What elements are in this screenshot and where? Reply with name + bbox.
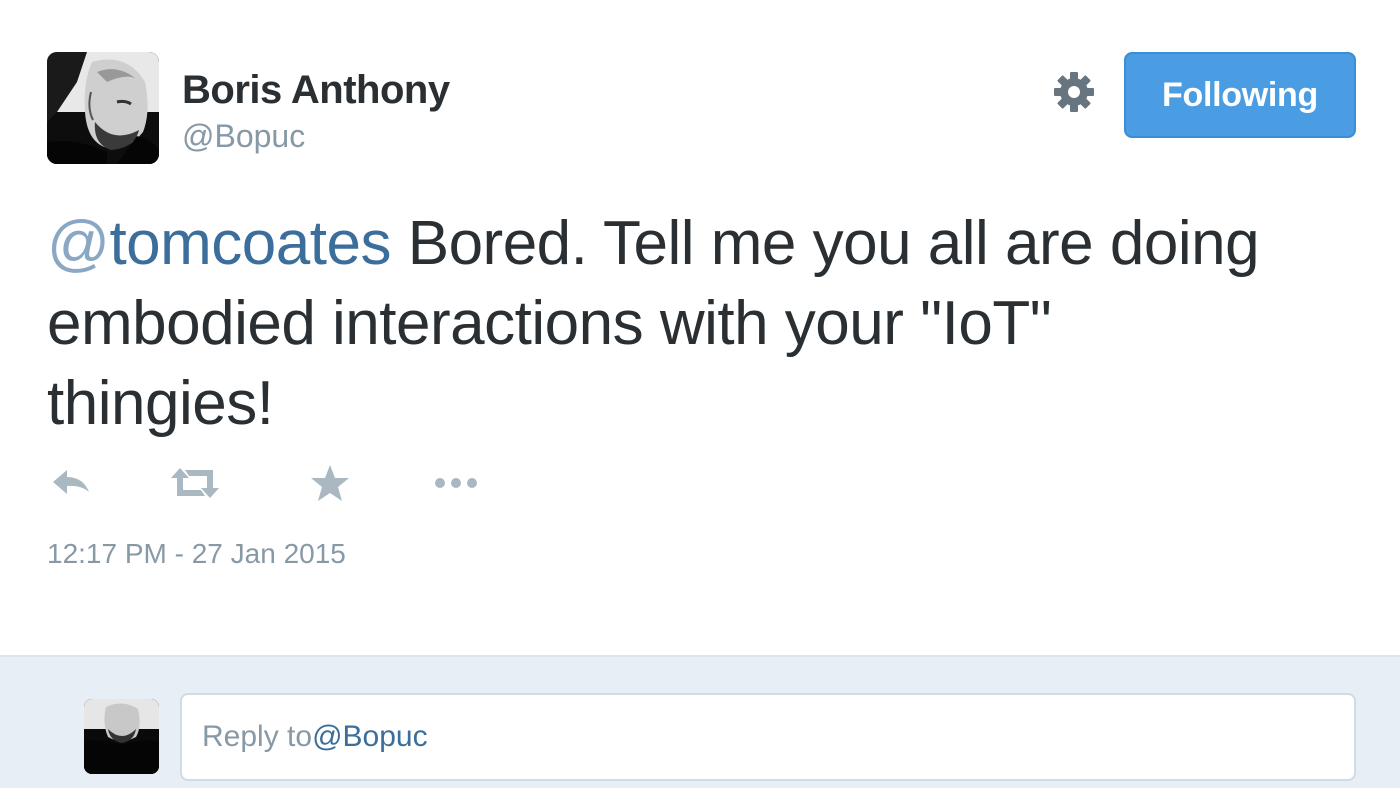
tweet-text-line1: Bored. Tell me you all are doing (390, 209, 1260, 278)
tweet-text-line3: thingies! (47, 369, 274, 438)
reply-placeholder-prefix: Reply to (202, 720, 313, 753)
retweet-icon[interactable] (167, 458, 223, 508)
tweet-text: @tomcoates Bored. Tell me you all are do… (47, 204, 1367, 444)
reply-icon[interactable] (47, 458, 97, 508)
mention-name: tomcoates (109, 209, 391, 278)
mention-link[interactable]: @tomcoates (47, 209, 391, 278)
tweet-actions (47, 458, 527, 508)
more-icon[interactable] (431, 458, 481, 508)
reply-input[interactable]: Reply to @Bopuc (180, 693, 1356, 781)
author-avatar[interactable] (47, 52, 159, 164)
avatar-photo-small (84, 699, 159, 774)
tweet-card: Boris Anthony @Bopuc Following @tomcoate… (0, 0, 1400, 655)
avatar-photo (47, 52, 159, 164)
gear-icon[interactable] (1050, 68, 1098, 116)
tweet-text-line2: embodied interactions with your "IoT" (47, 289, 1052, 358)
mention-at-symbol: @ (47, 209, 110, 278)
author-handle[interactable]: @Bopuc (182, 118, 305, 155)
current-user-avatar (84, 699, 159, 774)
reply-placeholder-handle: @Bopuc (312, 720, 428, 753)
author-name[interactable]: Boris Anthony (182, 68, 450, 113)
reply-section: Reply to @Bopuc (0, 655, 1400, 788)
tweet-timestamp[interactable]: 12:17 PM - 27 Jan 2015 (47, 538, 346, 570)
star-icon[interactable] (305, 458, 355, 508)
following-button[interactable]: Following (1124, 52, 1356, 138)
